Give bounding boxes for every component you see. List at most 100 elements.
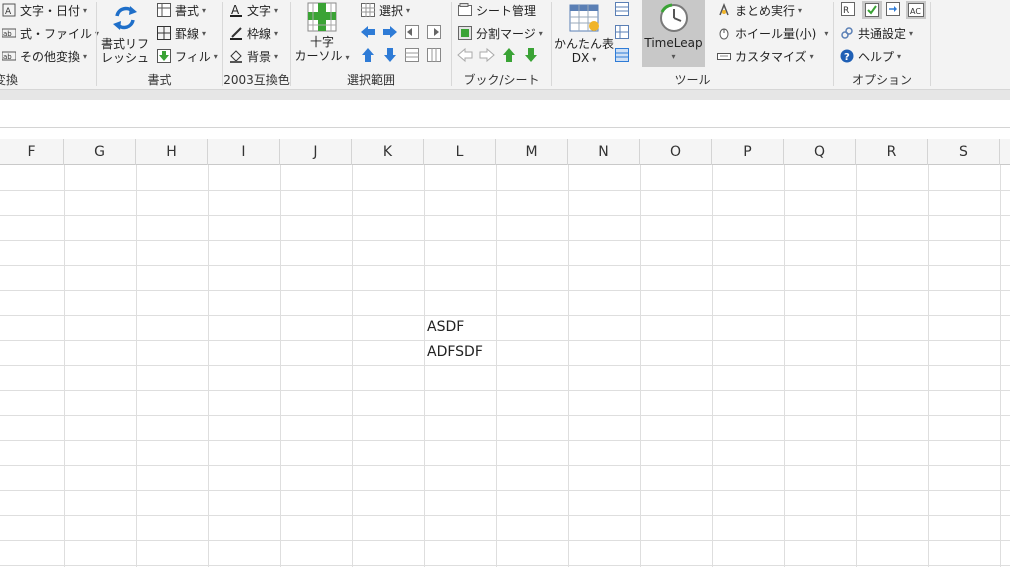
kantan-table-dx-button[interactable]: かんたん表 DX ▾ — [554, 2, 614, 67]
color-text-button[interactable]: A 文字 ▾ — [229, 0, 278, 20]
column-header-j[interactable]: J — [280, 139, 352, 165]
format-style-button[interactable]: 書式 ▾ — [157, 0, 206, 20]
option-toggle-1-icon[interactable]: R — [840, 1, 856, 17]
table-small-icon-2[interactable] — [614, 24, 630, 40]
ribbon-separator — [930, 2, 931, 86]
table-small-icon-1[interactable] — [614, 1, 630, 17]
group-label-2003-color: 2003互換色 — [223, 73, 290, 87]
cell-l7[interactable]: ASDF — [424, 315, 496, 340]
column-header-q[interactable]: Q — [784, 139, 856, 165]
customize-button[interactable]: カスタマイズ ▾ — [717, 46, 814, 66]
convert-formula-file-button[interactable]: ab 式・ファイル ▾ — [1, 23, 99, 43]
column-header-o[interactable]: O — [640, 139, 712, 165]
split-merge-button[interactable]: 分割マージ ▾ — [458, 23, 543, 43]
svg-text:AC: AC — [910, 7, 921, 16]
prev-sheet-icon[interactable] — [457, 47, 473, 63]
green-down-arrow-icon[interactable] — [523, 47, 539, 63]
convert-other-label: その他変換 — [20, 49, 81, 64]
shift-right-icon[interactable] — [426, 24, 442, 40]
column-header-s[interactable]: S — [928, 139, 1000, 165]
formula-file-icon: ab — [1, 26, 17, 40]
kantan-label-2-wrap: DX ▾ — [554, 51, 614, 67]
column-header-r[interactable]: R — [856, 139, 928, 165]
group-convert: A 文字・日付▾ ab 式・ファイル▾ ab その他変換▾ 変換 — [0, 0, 99, 89]
grid-horizontal-line — [0, 415, 1010, 416]
chevron-down-icon: ▾ — [274, 5, 279, 15]
convert-other-button[interactable]: ab その他変換 ▾ — [1, 46, 87, 66]
column-header-i[interactable]: I — [208, 139, 280, 165]
convert-formula-file-label: 式・ファイル — [20, 26, 93, 41]
crosshair-cursor-button[interactable]: 十字 カーソル ▾ — [293, 0, 351, 65]
column-header-f[interactable]: F — [0, 139, 64, 165]
convert-text-date-button[interactable]: A 文字・日付 ▾ — [2, 0, 87, 20]
help-label: ヘルプ — [858, 49, 895, 64]
sheet-manage-button[interactable]: シート管理 — [458, 0, 536, 20]
next-sheet-icon[interactable] — [479, 47, 495, 63]
green-up-arrow-icon[interactable] — [501, 47, 517, 63]
chevron-down-icon: ▾ — [592, 55, 597, 64]
arrow-up-icon[interactable] — [360, 47, 376, 63]
format-refresh-label-2: レッシュ — [100, 51, 149, 65]
wheel-amount-button[interactable]: ホイール量(小) ▾ — [717, 23, 828, 43]
column-header-p[interactable]: P — [712, 139, 784, 165]
help-button[interactable]: ? ヘルプ ▾ — [840, 46, 901, 66]
group-format: 書式リフ レッシュ 書式 ▾ 罫線 ▾ フィル ▾ 書式 — [97, 0, 222, 89]
refresh-icon — [100, 2, 150, 34]
other-convert-icon: ab — [1, 49, 17, 63]
arrow-down-icon[interactable] — [382, 47, 398, 63]
chevron-down-icon: ▾ — [909, 28, 914, 38]
select-button[interactable]: 選択 ▾ — [361, 0, 410, 20]
grid-vertical-line — [136, 165, 137, 567]
option-toggle-4-icon[interactable]: AC — [906, 1, 926, 19]
shift-left-icon[interactable] — [404, 24, 420, 40]
font-color-icon: A — [229, 3, 243, 17]
grid-vertical-line — [568, 165, 569, 567]
option-toggle-3-icon[interactable] — [885, 1, 901, 17]
help-icon: ? — [840, 49, 854, 63]
column-header-l[interactable]: L — [424, 139, 496, 165]
timeleap-button[interactable]: TimeLeap ▾ — [642, 0, 705, 67]
ribbon: A 文字・日付▾ ab 式・ファイル▾ ab その他変換▾ 変換 — [0, 0, 1010, 90]
grid-horizontal-line — [0, 465, 1010, 466]
color-background-button[interactable]: 背景 ▾ — [229, 46, 278, 66]
shift-up-icon[interactable] — [404, 47, 420, 63]
table-small-icon-3[interactable] — [614, 47, 630, 63]
column-header-m[interactable]: M — [496, 139, 568, 165]
format-border-button[interactable]: 罫線 ▾ — [157, 23, 206, 43]
cell-grid[interactable]: ASDF ADFSDF — [0, 165, 1010, 567]
format-fill-label: フィル — [175, 49, 211, 64]
option-toggle-2-icon[interactable] — [862, 1, 882, 19]
format-refresh-button[interactable]: 書式リフ レッシュ — [100, 2, 150, 65]
group-label-selection: 選択範囲 — [346, 73, 395, 87]
cell-l8[interactable]: ADFSDF — [424, 340, 496, 365]
batch-run-icon — [717, 2, 731, 17]
common-settings-button[interactable]: 共通設定 ▾ — [840, 23, 913, 43]
grid-vertical-line — [856, 165, 857, 567]
clock-icon — [642, 0, 705, 34]
arrow-right-icon[interactable] — [382, 24, 398, 40]
chevron-down-icon: ▾ — [538, 28, 543, 38]
formula-bar-spacer — [0, 128, 1010, 139]
grid-horizontal-line — [0, 390, 1010, 391]
group-label-options: オプション — [851, 73, 912, 87]
column-header-g[interactable]: G — [64, 139, 136, 165]
column-header-k[interactable]: K — [352, 139, 424, 165]
chevron-down-icon: ▾ — [83, 5, 88, 15]
column-header-n[interactable]: N — [568, 139, 640, 165]
format-fill-button[interactable]: フィル ▾ — [157, 46, 218, 66]
batch-run-label: まとめ実行 — [735, 3, 796, 18]
formula-bar[interactable] — [0, 100, 1010, 128]
group-selection: 十字 カーソル ▾ 選択 ▾ 選択範囲 — [291, 0, 451, 89]
wheel-amount-label: ホイール量(小) — [735, 26, 817, 41]
sheet-manage-label: シート管理 — [476, 3, 537, 18]
column-header-h[interactable]: H — [136, 139, 208, 165]
grid-vertical-line — [1000, 165, 1001, 567]
shift-down-icon[interactable] — [426, 47, 442, 63]
arrow-left-icon[interactable] — [360, 24, 376, 40]
batch-run-button[interactable]: まとめ実行 ▾ — [717, 0, 802, 20]
crosshair-label-2: カーソル — [294, 49, 343, 63]
pencil-border-icon — [229, 26, 243, 40]
timeleap-label: TimeLeap — [644, 36, 703, 50]
color-border-button[interactable]: 枠線 ▾ — [229, 23, 278, 43]
grid-vertical-line — [64, 165, 65, 567]
